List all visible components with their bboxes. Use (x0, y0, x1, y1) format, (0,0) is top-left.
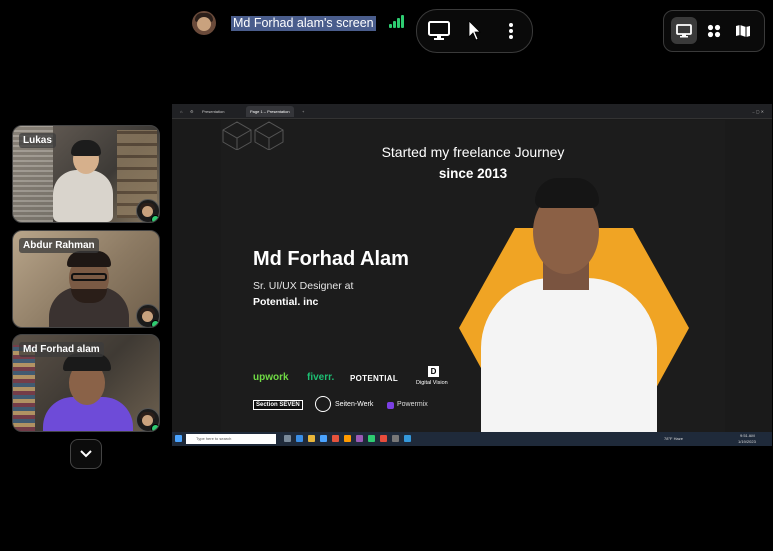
speaker-role: Sr. UI/UX Designer at (253, 280, 354, 292)
browser-tab[interactable]: Presentation (198, 106, 228, 117)
scroll-participants-down-button[interactable] (70, 439, 102, 469)
presenter-view-icon[interactable] (671, 17, 697, 44)
windows-taskbar: Type here to search 78°F Haze 9:51 AM 1/… (172, 432, 772, 446)
clock-time[interactable]: 9:51 AM (740, 433, 755, 438)
new-tab-icon[interactable]: + (298, 106, 308, 117)
participant-tile-abdur-rahman[interactable]: Abdur Rahman (12, 230, 160, 328)
app-icon[interactable] (404, 435, 411, 442)
online-status-dot (151, 215, 159, 222)
screen-share-controls (416, 9, 533, 53)
participant-tile-lukas[interactable]: Lukas (12, 125, 160, 223)
cursor-pointer-icon[interactable] (462, 19, 486, 43)
person-body (53, 170, 113, 222)
person-hair (535, 178, 599, 208)
person-white-shirt (481, 278, 657, 432)
chevron-down-icon (80, 450, 92, 458)
taskbar-search-input[interactable]: Type here to search (186, 434, 276, 444)
map-view-icon[interactable] (730, 17, 756, 44)
digital-vision-logo: Digital Vision (416, 380, 448, 386)
potential-logo: POTENTIAL (350, 374, 399, 383)
settings-icon[interactable]: ⚙ (186, 106, 198, 117)
section-seven-logo: Section SEVEN (253, 400, 303, 410)
more-vertical-icon[interactable] (499, 19, 523, 43)
chrome-icon[interactable] (332, 435, 339, 442)
app-icon[interactable] (356, 435, 363, 442)
clock-date[interactable]: 1/19/2023 (738, 439, 756, 444)
firefox-icon[interactable] (344, 435, 351, 442)
view-mode-switcher (663, 10, 765, 52)
edge-icon[interactable] (296, 435, 303, 442)
participant-tile-md-forhad-alam[interactable]: Md Forhad alam (12, 334, 160, 432)
speaker-name: Md Forhad Alam (253, 248, 409, 270)
task-view-icon[interactable] (284, 435, 291, 442)
window-controls[interactable]: – ▢ ✕ (748, 106, 768, 117)
upwork-logo: upwork (253, 372, 289, 383)
slide-headline: Started my freelance Journey (381, 144, 565, 160)
shared-screen: ⌂ ⚙ Presentation Page 1 – Presentation +… (172, 104, 772, 446)
grid-view-icon[interactable] (701, 17, 727, 44)
slide-headline-year: since 2013 (438, 166, 508, 181)
seiten-werk-logo: Seiten-Werk (335, 401, 374, 408)
online-status-dot (151, 424, 159, 431)
app-icon[interactable] (368, 435, 375, 442)
monitor-icon[interactable] (427, 19, 451, 43)
home-icon[interactable]: ⌂ (176, 106, 186, 117)
signal-strength-icon (389, 15, 405, 28)
powermix-logo: Powermix (397, 401, 428, 408)
seiten-werk-mark (315, 396, 331, 412)
file-explorer-icon[interactable] (308, 435, 315, 442)
windows-start-icon[interactable] (175, 435, 182, 442)
speaker-company: Potential. inc (253, 296, 319, 308)
browser-tab-bar: ⌂ ⚙ Presentation Page 1 – Presentation +… (172, 104, 772, 119)
app-icon[interactable] (380, 435, 387, 442)
digital-vision-mark: D (428, 366, 439, 377)
participant-name: Md Forhad alam (19, 342, 104, 357)
store-icon[interactable] (320, 435, 327, 442)
participant-name: Abdur Rahman (19, 238, 99, 253)
participant-name: Lukas (19, 133, 56, 148)
bookshelf (13, 345, 35, 431)
presentation-slide: Started my freelance Journey since 2013 … (221, 120, 725, 432)
weather-widget[interactable]: 78°F Haze (664, 436, 683, 441)
eyeglasses (71, 273, 107, 281)
online-status-dot (151, 320, 159, 327)
fiverr-logo: fiverr. (307, 372, 335, 383)
browser-tab-active[interactable]: Page 1 – Presentation (246, 106, 294, 117)
presenter-avatar (192, 11, 216, 35)
figma-icon[interactable] (392, 435, 399, 442)
powermix-mark (387, 402, 394, 409)
person-hair (67, 251, 111, 267)
shared-screen-title: Md Forhad alam's screen (231, 16, 376, 31)
person-hair (71, 140, 101, 156)
